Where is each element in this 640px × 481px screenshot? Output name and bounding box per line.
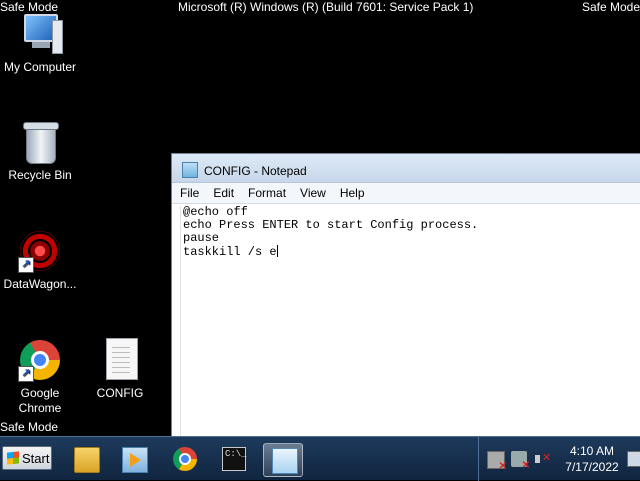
volume-muted-icon[interactable] (535, 451, 551, 467)
menu-view[interactable]: View (300, 186, 326, 200)
notepad-icon (272, 448, 298, 474)
taskbar-explorer-button[interactable] (66, 443, 106, 477)
window-title: CONFIG - Notepad (204, 164, 307, 178)
desktop-icon-label: CONFIG (96, 386, 144, 400)
desktop-icon-google-chrome[interactable]: ↗ Google Chrome (0, 338, 80, 416)
shortcut-arrow-icon: ↗ (18, 366, 34, 382)
editor-content: @echo off echo Press ENTER to start Conf… (183, 205, 479, 259)
notepad-titlebar[interactable]: CONFIG - Notepad (172, 154, 640, 183)
windows-build-text: Microsoft (R) Windows (R) (Build 7601: S… (178, 0, 474, 14)
desktop-icon-label: My Computer (3, 60, 77, 74)
menu-file[interactable]: File (180, 186, 199, 200)
safe-mode-label-bottom-left: Safe Mode (0, 420, 59, 434)
desktop-icon-label: Google Chrome (18, 386, 62, 415)
clock-time: 4:10 AM (569, 444, 615, 458)
safe-mode-label-top-right: Safe Mode (581, 0, 640, 14)
network-error-icon[interactable] (487, 451, 507, 472)
media-player-icon (122, 447, 148, 473)
taskbar-notepad-button[interactable] (263, 443, 303, 477)
chrome-icon (173, 447, 197, 471)
clock-date: 7/17/2022 (565, 460, 619, 474)
chrome-icon: ↗ (18, 338, 62, 382)
command-prompt-icon: C:\_ (222, 447, 247, 471)
taskbar-command-prompt-button[interactable]: C:\_ (214, 443, 254, 477)
desktop-icon-recycle-bin[interactable]: Recycle Bin (0, 120, 80, 183)
action-center-error-icon[interactable] (511, 451, 530, 471)
menu-edit[interactable]: Edit (213, 186, 234, 200)
menu-help[interactable]: Help (340, 186, 365, 200)
desktop-icon-my-computer[interactable]: My Computer (0, 12, 80, 75)
notepad-icon (182, 162, 198, 178)
taskbar-media-player-button[interactable] (114, 443, 154, 477)
show-desktop-icon[interactable] (627, 451, 640, 467)
computer-icon (18, 12, 63, 56)
menu-bar: File Edit Format View Help (172, 183, 640, 204)
text-editor[interactable]: @echo off echo Press ENTER to start Conf… (180, 206, 640, 442)
start-button[interactable]: Start (2, 446, 52, 470)
text-file-icon (98, 338, 142, 382)
notepad-window[interactable]: CONFIG - Notepad File Edit Format View H… (171, 153, 640, 443)
text-caret (276, 245, 278, 257)
datawagon-icon: ↗ (18, 229, 62, 273)
desktop-icon-datawagon[interactable]: ↗ DataWagon... (0, 229, 80, 292)
recycle-bin-icon (18, 120, 62, 164)
explorer-icon (74, 447, 100, 473)
shortcut-arrow-icon: ↗ (18, 257, 34, 273)
taskbar-chrome-button[interactable] (165, 443, 205, 477)
desktop-icon-label: Recycle Bin (8, 168, 72, 182)
taskbar: Start C:\_ 4:10 AM 7/17/2022 (0, 436, 640, 481)
system-tray: 4:10 AM 7/17/2022 (478, 437, 640, 481)
desktop-icon-label: DataWagon... (3, 277, 77, 291)
desktop-icon-config[interactable]: CONFIG (80, 338, 160, 401)
menu-format[interactable]: Format (248, 186, 286, 200)
windows-logo-icon (7, 451, 19, 465)
start-label: Start (22, 451, 50, 466)
system-clock[interactable]: 4:10 AM 7/17/2022 (557, 443, 627, 475)
